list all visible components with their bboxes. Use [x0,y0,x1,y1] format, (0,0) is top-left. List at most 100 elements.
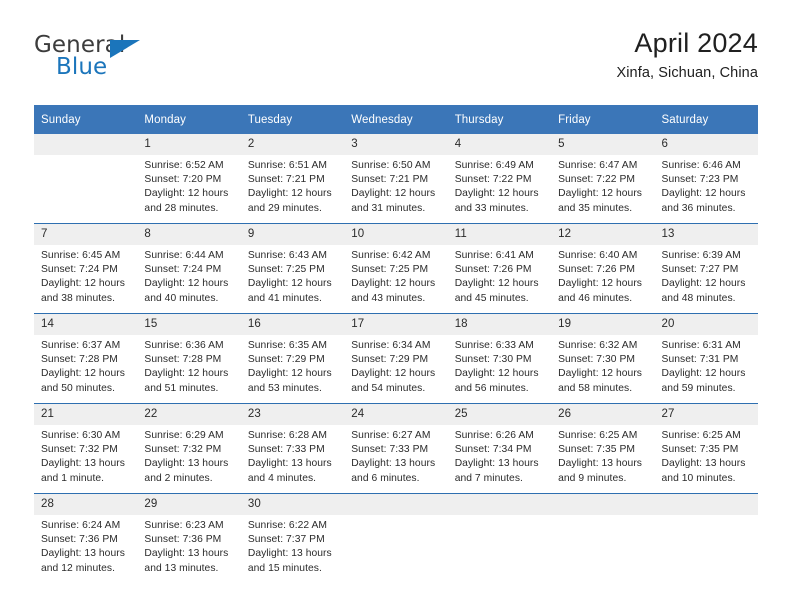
day-info-sunrise: Sunrise: 6:25 AM [558,430,638,441]
day-info-daylight2: and 50 minutes. [41,382,116,394]
day-info-daylight2: and 58 minutes. [558,382,633,394]
calendar-day-cell[interactable]: 7 Sunrise: 6:45 AM Sunset: 7:24 PM Daylight… [34,223,138,314]
day-info-sunset: Sunset: 7:31 PM [661,354,739,366]
day-info-sunset: Sunset: 7:22 PM [454,174,532,186]
calendar-day-cell[interactable]: 22 Sunrise: 6:29 AM Sunset: 7:32 PM Dayligh… [137,403,241,494]
calendar-day-cell[interactable]: 21 Sunrise: 6:30 AM Sunset: 7:32 PM Dayligh… [34,403,138,494]
day-info-sunrise: Sunrise: 6:25 AM [661,430,741,441]
calendar-day-cell[interactable]: 4 Sunrise: 6:49 AM Sunset: 7:22 PM Daylight… [447,134,552,224]
day-info-sunrise: Sunrise: 6:50 AM [351,160,431,171]
day-info-daylight1: Daylight: 12 hours [41,278,125,290]
day-info-sunset: Sunset: 7:37 PM [247,534,325,546]
weekday-header-saturday: Saturday [654,105,758,134]
day-info-sunset: Sunset: 7:28 PM [41,354,118,366]
general-blue-logo: General Blue [34,32,224,88]
calendar-day-cell[interactable]: 30 Sunrise: 6:22 AM Sunset: 7:37 PM Dayligh… [240,493,345,583]
day-number: 17 [344,314,448,335]
day-number: 7 [34,224,138,245]
weekday-header-friday: Friday [551,105,655,134]
day-sun-info: Sunrise: 6:49 AM Sunset: 7:22 PM Daylight:… [448,155,551,216]
day-number: 29 [137,494,241,515]
day-info-sunrise: Sunrise: 6:26 AM [454,430,534,441]
day-info-daylight2: and 28 minutes. [144,202,219,214]
calendar-day-cell[interactable]: 16 Sunrise: 6:35 AM Sunset: 7:29 PM Dayligh… [240,313,345,404]
day-number: 26 [551,404,655,425]
calendar-day-cell[interactable]: 10 Sunrise: 6:42 AM Sunset: 7:25 PM Dayligh… [344,223,448,314]
calendar-body: 1 Sunrise: 6:52 AM Sunset: 7:20 PM Daylight… [34,134,758,583]
day-info-daylight2: and 35 minutes. [558,202,633,214]
calendar-day-cell[interactable]: 27 Sunrise: 6:25 AM Sunset: 7:35 PM Dayligh… [654,403,758,494]
calendar-day-cell[interactable]: 8 Sunrise: 6:44 AM Sunset: 7:24 PM Daylight… [137,223,241,314]
calendar-day-cell[interactable]: 28 Sunrise: 6:24 AM Sunset: 7:36 PM Dayligh… [34,493,138,583]
calendar-day-cell[interactable]: 9 Sunrise: 6:43 AM Sunset: 7:25 PM Daylight… [240,223,345,314]
calendar-header-row: Sunday Monday Tuesday Wednesday Thursday… [34,105,758,134]
day-sun-info: Sunrise: 6:52 AM Sunset: 7:20 PM Daylight:… [137,155,240,216]
calendar-day-cell[interactable]: 19 Sunrise: 6:32 AM Sunset: 7:30 PM Dayligh… [551,313,655,404]
day-info-sunrise: Sunrise: 6:44 AM [144,250,224,261]
day-info-daylight2: and 6 minutes. [351,472,420,484]
calendar-day-cell[interactable]: 15 Sunrise: 6:36 AM Sunset: 7:28 PM Dayligh… [137,313,241,404]
day-sun-info: Sunrise: 6:45 AM Sunset: 7:24 PM Daylight:… [34,245,137,306]
day-number: 14 [34,314,138,335]
day-number: 1 [137,134,241,155]
calendar-day-cell[interactable]: 12 Sunrise: 6:40 AM Sunset: 7:26 PM Dayligh… [551,223,655,314]
day-info-sunset: Sunset: 7:25 PM [247,264,325,276]
day-number [447,494,552,515]
day-info-sunset: Sunset: 7:30 PM [454,354,532,366]
day-info-daylight2: and 15 minutes. [247,562,322,574]
calendar-day-cell[interactable]: 25 Sunrise: 6:26 AM Sunset: 7:34 PM Dayligh… [447,403,552,494]
day-sun-info: Sunrise: 6:39 AM Sunset: 7:27 PM Daylight:… [655,245,758,306]
calendar-day-cell[interactable]: 5 Sunrise: 6:47 AM Sunset: 7:22 PM Daylight… [551,134,655,224]
day-sun-info: Sunrise: 6:25 AM Sunset: 7:35 PM Daylight:… [551,425,654,486]
calendar-day-cell[interactable]: 1 Sunrise: 6:52 AM Sunset: 7:20 PM Daylight… [137,134,241,224]
day-info-daylight2: and 7 minutes. [454,472,523,484]
calendar-day-cell[interactable]: 24 Sunrise: 6:27 AM Sunset: 7:33 PM Dayligh… [344,403,448,494]
day-number [654,494,758,515]
calendar-day-cell[interactable]: 29 Sunrise: 6:23 AM Sunset: 7:36 PM Dayligh… [137,493,241,583]
day-info-sunset: Sunset: 7:35 PM [558,444,635,456]
weekday-header-monday: Monday [137,105,241,134]
weekday-header-thursday: Thursday [447,105,552,134]
calendar-day-cell[interactable]: 3 Sunrise: 6:50 AM Sunset: 7:21 PM Daylight… [344,134,448,224]
day-info-sunrise: Sunrise: 6:40 AM [558,250,638,261]
day-info-daylight2: and 2 minutes. [144,472,213,484]
day-sun-info: Sunrise: 6:22 AM Sunset: 7:37 PM Daylight:… [241,515,344,576]
day-number: 28 [34,494,138,515]
day-info-sunset: Sunset: 7:26 PM [454,264,532,276]
calendar-day-cell[interactable]: 18 Sunrise: 6:33 AM Sunset: 7:30 PM Dayligh… [447,313,552,404]
day-sun-info: Sunrise: 6:37 AM Sunset: 7:28 PM Daylight:… [34,335,137,396]
day-info-sunrise: Sunrise: 6:35 AM [247,340,328,351]
day-info-daylight2: and 43 minutes. [351,292,426,304]
calendar-day-cell[interactable]: 26 Sunrise: 6:25 AM Sunset: 7:35 PM Dayligh… [551,403,655,494]
calendar-day-cell[interactable]: 2 Sunrise: 6:51 AM Sunset: 7:21 PM Daylight… [240,134,345,224]
day-info-sunset: Sunset: 7:20 PM [144,174,222,186]
calendar-day-cell[interactable]: 23 Sunrise: 6:28 AM Sunset: 7:33 PM Dayligh… [240,403,345,494]
day-sun-info: Sunrise: 6:47 AM Sunset: 7:22 PM Daylight:… [551,155,654,216]
day-number: 4 [447,134,552,155]
day-number: 10 [344,224,448,245]
day-number [551,494,655,515]
calendar-day-cell[interactable]: 11 Sunrise: 6:41 AM Sunset: 7:26 PM Dayligh… [447,223,552,314]
day-info-daylight2: and 4 minutes. [247,472,317,484]
calendar-day-cell[interactable]: 14 Sunrise: 6:37 AM Sunset: 7:28 PM Dayligh… [34,313,138,404]
day-info-daylight2: and 41 minutes. [247,292,322,304]
day-info-daylight1: Daylight: 13 hours [144,548,229,560]
day-info-sunrise: Sunrise: 6:49 AM [454,160,534,171]
calendar-day-cell[interactable]: 6 Sunrise: 6:46 AM Sunset: 7:23 PM Daylight… [654,134,758,224]
day-number: 8 [137,224,241,245]
day-info-sunrise: Sunrise: 6:43 AM [247,250,328,261]
day-info-daylight1: Daylight: 12 hours [144,278,229,290]
day-info-sunset: Sunset: 7:30 PM [558,354,635,366]
day-number: 15 [137,314,241,335]
calendar-day-cell[interactable]: 17 Sunrise: 6:34 AM Sunset: 7:29 PM Dayligh… [344,313,448,404]
day-info-daylight1: Daylight: 12 hours [454,278,539,290]
day-sun-info: Sunrise: 6:43 AM Sunset: 7:25 PM Daylight:… [241,245,344,306]
calendar-day-cell-empty [344,493,448,583]
calendar-day-cell[interactable]: 13 Sunrise: 6:39 AM Sunset: 7:27 PM Dayligh… [654,223,758,314]
calendar-day-cell[interactable]: 20 Sunrise: 6:31 AM Sunset: 7:31 PM Dayligh… [654,313,758,404]
day-number: 13 [654,224,758,245]
day-info-daylight2: and 10 minutes. [661,472,736,484]
day-info-sunrise: Sunrise: 6:47 AM [558,160,638,171]
day-info-sunset: Sunset: 7:27 PM [661,264,739,276]
day-info-daylight1: Daylight: 13 hours [351,458,436,470]
